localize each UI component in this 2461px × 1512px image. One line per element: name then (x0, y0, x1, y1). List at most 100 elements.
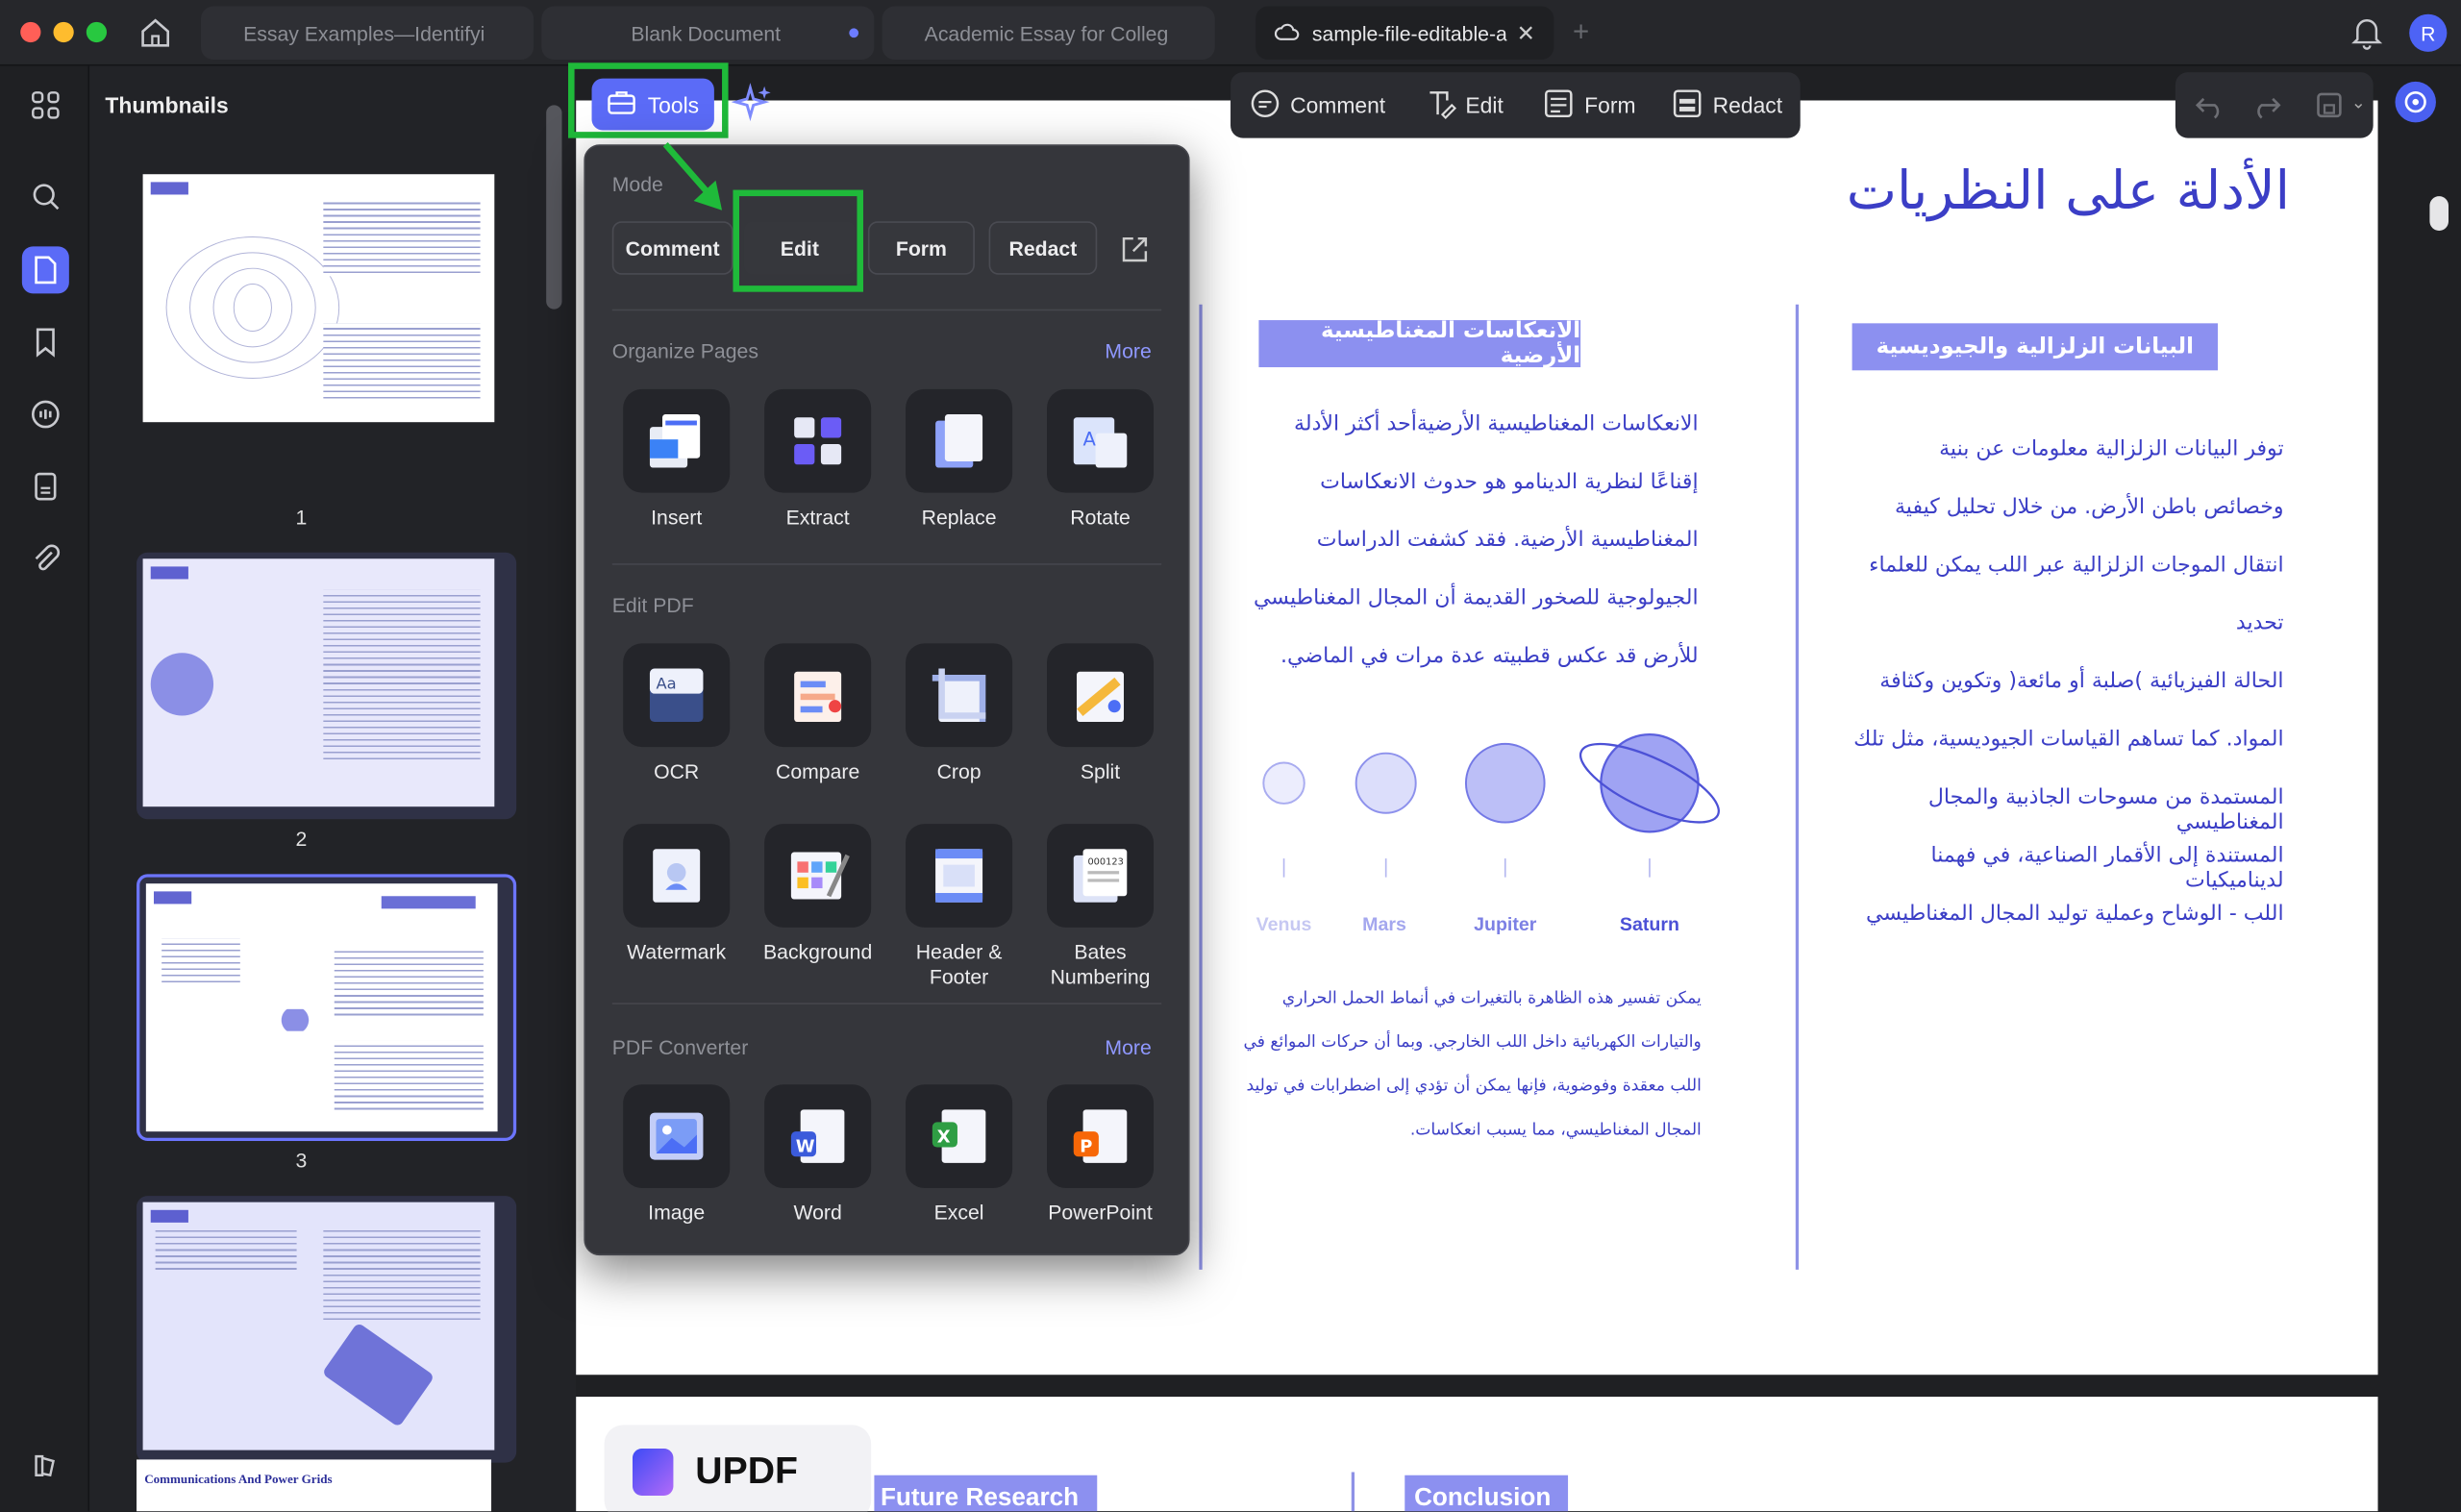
edit-highlight (733, 189, 863, 292)
compare-tool[interactable] (764, 643, 872, 748)
bookmark-icon[interactable] (22, 318, 69, 365)
compare-label: Compare (775, 759, 860, 783)
form-icon (1544, 87, 1576, 124)
tab-essay-examples[interactable]: Essay Examples—Identifyi (200, 6, 534, 61)
svg-text:000123: 000123 (1087, 857, 1123, 868)
background-tool[interactable] (764, 824, 872, 928)
thumbnails-title: Thumbnails (105, 92, 229, 118)
close-window-button[interactable] (20, 21, 41, 43)
unsaved-dot (849, 28, 859, 38)
undo-icon[interactable] (2195, 89, 2226, 129)
bell-icon[interactable] (2351, 15, 2383, 58)
mode-toolbar: Comment Edit Form Redact (1230, 72, 1801, 138)
watermark-tool[interactable] (623, 824, 731, 928)
converter-more-link[interactable]: More (1105, 1036, 1151, 1059)
converter-section-title: PDF Converter (611, 1035, 749, 1060)
thumbnail-page-4[interactable] (137, 1196, 517, 1463)
thumbnail-page-2[interactable] (137, 552, 517, 820)
organize-more-link[interactable]: More (1105, 339, 1151, 362)
planets-diagram (1262, 732, 1720, 878)
thumbnail-image (142, 1202, 495, 1450)
tools-panel: Mode Comment Edit Form Redact Organize P… (584, 144, 1190, 1256)
thumbnails-icon[interactable] (21, 246, 69, 294)
header-footer-label: Header & Footer (915, 939, 1003, 989)
chevron-down-icon[interactable]: ⌄ (2351, 92, 2366, 113)
document-icon[interactable] (22, 463, 69, 510)
powerpoint-icon: P (1073, 1109, 1128, 1163)
to-excel-tool[interactable]: X (906, 1084, 1013, 1188)
thumbnail-page-3[interactable] (137, 874, 517, 1141)
svg-text:X: X (937, 1128, 951, 1148)
insert-tool[interactable] (623, 388, 731, 493)
header-footer-tool[interactable] (906, 824, 1013, 928)
save-icon[interactable] (2314, 89, 2346, 129)
split-tool[interactable] (1047, 643, 1155, 748)
thumbnail-image (145, 883, 498, 1132)
column-rule (1795, 304, 1800, 1270)
ai-assistant-icon[interactable] (2395, 81, 2436, 123)
zoom-window-button[interactable] (86, 21, 108, 43)
page-title: الأدلة على النظريات (1846, 160, 2291, 223)
rotate-tool[interactable]: A (1047, 388, 1155, 493)
edit-pdf-section-title: Edit PDF (611, 593, 694, 617)
ai-sparkle-icon[interactable] (731, 82, 776, 126)
mode-form-button[interactable]: Form (867, 221, 975, 275)
edit-icon (1425, 87, 1456, 124)
bates-numbering-icon: 000123 (1073, 849, 1128, 903)
avatar[interactable]: R (2409, 13, 2448, 52)
toolbar-edit-button[interactable]: Edit (1425, 87, 1544, 124)
label-jupiter: Jupiter (1474, 913, 1537, 936)
tab-academic-essay[interactable]: Academic Essay for Colleg (882, 6, 1215, 61)
replace-icon (935, 414, 983, 468)
toolbox-icon (607, 89, 635, 119)
title-bar: Essay Examples—Identifyi Blank Document … (0, 0, 2461, 66)
ocr-label: OCR (654, 759, 700, 783)
mode-redact-button[interactable]: Redact (988, 221, 1098, 275)
left-paragraph: الانعكاسات المغناطيسية الأرضيةأحد أكثر ا… (1253, 410, 1699, 669)
right-paragraph: توفر البيانات الزلزالية معلومات عن بنية … (1853, 435, 2284, 927)
minimize-window-button[interactable] (53, 21, 74, 43)
search-icon[interactable] (22, 173, 69, 220)
new-tab-icon[interactable]: + (1573, 15, 1589, 48)
conclusion-heading: Conclusion (1405, 1475, 1569, 1512)
page-number-3: 3 (295, 1149, 308, 1173)
updf-logo: UPDF (604, 1425, 872, 1512)
comments-icon[interactable] (22, 391, 69, 438)
to-word-tool[interactable]: W (764, 1084, 872, 1188)
ocr-icon: Aa (649, 668, 704, 723)
thumbnails-scrollbar[interactable] (546, 105, 562, 310)
svg-text:A: A (1083, 429, 1097, 451)
crop-tool[interactable] (906, 643, 1013, 748)
document-scrollbar[interactable] (2429, 196, 2449, 232)
replace-tool[interactable] (906, 388, 1013, 493)
thumbnail-page-1[interactable] (137, 168, 516, 427)
image-label: Image (648, 1201, 706, 1225)
planet-saturn (1600, 732, 1700, 833)
ocr-tool[interactable]: Aa (623, 643, 731, 748)
thumbnail-page-5[interactable]: Communications And Power Grids (137, 1459, 492, 1512)
tools-button[interactable]: Tools (591, 78, 714, 131)
excel-label: Excel (933, 1201, 984, 1225)
future-research-heading: Future Research (874, 1475, 1098, 1512)
toolbar-form-button[interactable]: Form (1544, 87, 1672, 124)
apps-grid-icon[interactable] (22, 82, 69, 129)
close-tab-icon[interactable]: ✕ (1517, 19, 1535, 46)
rotate-label: Rotate (1070, 505, 1131, 530)
toolbar-comment-button[interactable]: Comment (1250, 87, 1425, 124)
svg-text:W: W (796, 1136, 815, 1156)
replace-label: Replace (921, 505, 997, 530)
extract-tool[interactable] (764, 388, 872, 493)
open-external-icon[interactable] (1119, 234, 1151, 273)
to-image-tool[interactable] (623, 1084, 731, 1188)
attachment-icon[interactable] (22, 535, 69, 582)
to-powerpoint-tool[interactable]: P (1047, 1084, 1155, 1188)
tab-sample-file[interactable]: sample-file-editable-a ✕ (1255, 6, 1554, 61)
mode-comment-button[interactable]: Comment (611, 221, 733, 275)
tab-blank-document[interactable]: Blank Document (541, 6, 875, 61)
redo-icon[interactable] (2250, 89, 2282, 129)
sidebar-toggle-icon[interactable] (22, 1442, 69, 1489)
home-icon[interactable] (138, 15, 173, 50)
toolbar-redact-button[interactable]: Redact (1672, 87, 1800, 124)
left-rail (0, 65, 90, 1512)
bates-numbering-tool[interactable]: 000123 (1047, 824, 1155, 928)
